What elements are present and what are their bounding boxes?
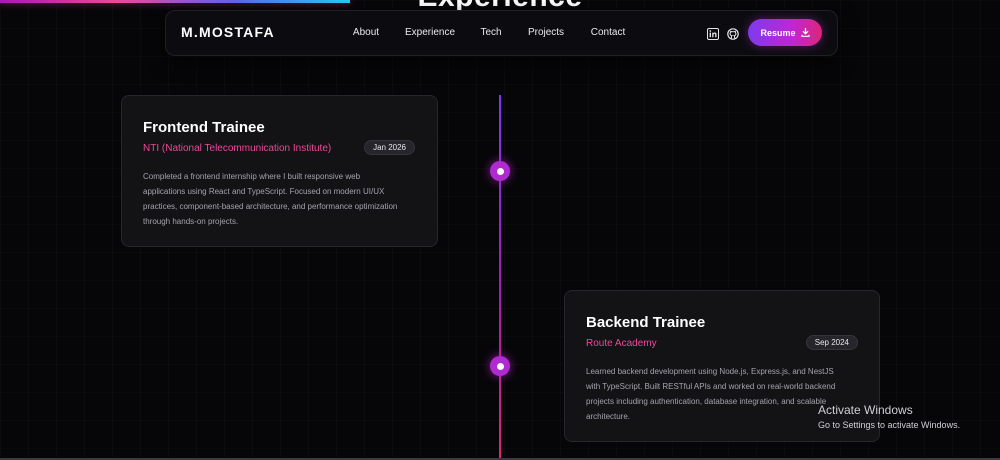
timeline-dot bbox=[490, 356, 510, 376]
date-badge: Sep 2024 bbox=[805, 335, 858, 350]
download-icon bbox=[800, 28, 810, 37]
date-badge: Jan 2026 bbox=[364, 140, 415, 155]
nav-link-tech[interactable]: Tech bbox=[480, 27, 501, 38]
card-title: Frontend Trainee bbox=[143, 119, 265, 136]
nav-link-projects[interactable]: Projects bbox=[528, 27, 564, 38]
activation-subtitle: Go to Settings to activate Windows. bbox=[818, 420, 961, 430]
card-description: Completed a frontend internship where I … bbox=[143, 172, 398, 226]
windows-activation-watermark: Activate Windows Go to Settings to activ… bbox=[818, 403, 960, 430]
card-organization: NTI (National Telecommunication Institut… bbox=[143, 143, 332, 154]
experience-card-frontend: Frontend Trainee NTI (National Telecommu… bbox=[121, 95, 438, 247]
card-title: Backend Trainee bbox=[586, 314, 706, 331]
activation-title: Activate Windows bbox=[818, 403, 913, 417]
timeline-dot bbox=[490, 161, 510, 181]
card-description: Learned backend development using Node.j… bbox=[586, 367, 836, 421]
nav-link-contact[interactable]: Contact bbox=[591, 27, 625, 38]
nav-link-about[interactable]: About bbox=[353, 27, 379, 38]
resume-button-label: Resume bbox=[760, 27, 796, 38]
github-icon[interactable] bbox=[727, 27, 739, 40]
linkedin-icon[interactable] bbox=[707, 27, 719, 40]
card-organization: Route Academy bbox=[586, 338, 657, 349]
resume-button[interactable]: Resume bbox=[748, 19, 822, 46]
navbar: M.MOSTAFA About Experience Tech Projects… bbox=[165, 10, 838, 56]
timeline-line bbox=[499, 95, 501, 460]
nav-link-experience[interactable]: Experience bbox=[405, 27, 455, 38]
